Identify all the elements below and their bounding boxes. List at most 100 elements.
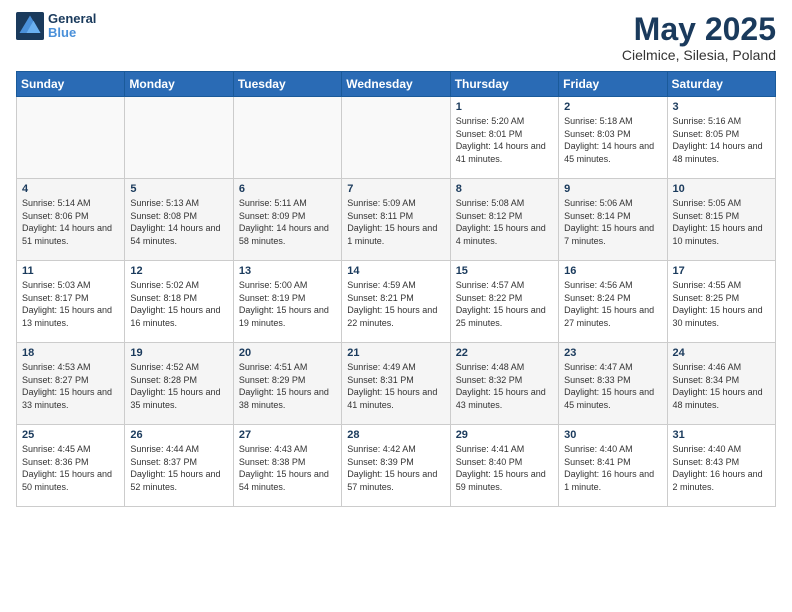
- header-wednesday: Wednesday: [342, 72, 450, 97]
- table-row: 31 Sunrise: 4:40 AM Sunset: 8:43 PM Dayl…: [667, 425, 775, 507]
- table-row: 4 Sunrise: 5:14 AM Sunset: 8:06 PM Dayli…: [17, 179, 125, 261]
- table-row: 3 Sunrise: 5:16 AM Sunset: 8:05 PM Dayli…: [667, 97, 775, 179]
- sunrise: Sunrise: 4:49 AM: [347, 361, 444, 374]
- weekday-header-row: Sunday Monday Tuesday Wednesday Thursday…: [17, 72, 776, 97]
- day-number: 28: [347, 429, 444, 441]
- sunset: Sunset: 8:27 PM: [22, 374, 119, 387]
- sunset: Sunset: 8:01 PM: [456, 128, 553, 141]
- daylight: Daylight: 15 hours and 38 minutes.: [239, 386, 336, 411]
- daylight: Daylight: 15 hours and 35 minutes.: [130, 386, 227, 411]
- sunset: Sunset: 8:08 PM: [130, 210, 227, 223]
- table-row: 26 Sunrise: 4:44 AM Sunset: 8:37 PM Dayl…: [125, 425, 233, 507]
- day-number: 8: [456, 183, 553, 195]
- sunrise: Sunrise: 4:43 AM: [239, 443, 336, 456]
- daylight: Daylight: 15 hours and 10 minutes.: [673, 222, 770, 247]
- daylight: Daylight: 16 hours and 2 minutes.: [673, 468, 770, 493]
- day-number: 15: [456, 265, 553, 277]
- daylight: Daylight: 14 hours and 45 minutes.: [564, 140, 661, 165]
- daylight: Daylight: 16 hours and 1 minute.: [564, 468, 661, 493]
- header-friday: Friday: [559, 72, 667, 97]
- sunrise: Sunrise: 5:00 AM: [239, 279, 336, 292]
- table-row: 6 Sunrise: 5:11 AM Sunset: 8:09 PM Dayli…: [233, 179, 341, 261]
- header-thursday: Thursday: [450, 72, 558, 97]
- day-number: 20: [239, 347, 336, 359]
- sunset: Sunset: 8:11 PM: [347, 210, 444, 223]
- day-info: Sunrise: 4:56 AM Sunset: 8:24 PM Dayligh…: [564, 279, 661, 329]
- header-monday: Monday: [125, 72, 233, 97]
- day-number: 11: [22, 265, 119, 277]
- day-info: Sunrise: 5:18 AM Sunset: 8:03 PM Dayligh…: [564, 115, 661, 165]
- day-number: 27: [239, 429, 336, 441]
- table-row: 12 Sunrise: 5:02 AM Sunset: 8:18 PM Dayl…: [125, 261, 233, 343]
- calendar-table: Sunday Monday Tuesday Wednesday Thursday…: [16, 71, 776, 507]
- sunrise: Sunrise: 4:51 AM: [239, 361, 336, 374]
- day-number: 12: [130, 265, 227, 277]
- day-number: 19: [130, 347, 227, 359]
- day-info: Sunrise: 5:02 AM Sunset: 8:18 PM Dayligh…: [130, 279, 227, 329]
- day-number: 24: [673, 347, 770, 359]
- day-info: Sunrise: 5:13 AM Sunset: 8:08 PM Dayligh…: [130, 197, 227, 247]
- sunset: Sunset: 8:15 PM: [673, 210, 770, 223]
- sunrise: Sunrise: 4:52 AM: [130, 361, 227, 374]
- daylight: Daylight: 15 hours and 54 minutes.: [239, 468, 336, 493]
- table-row: [342, 97, 450, 179]
- calendar-week-row: 18 Sunrise: 4:53 AM Sunset: 8:27 PM Dayl…: [17, 343, 776, 425]
- table-row: [17, 97, 125, 179]
- day-info: Sunrise: 4:45 AM Sunset: 8:36 PM Dayligh…: [22, 443, 119, 493]
- sunrise: Sunrise: 5:11 AM: [239, 197, 336, 210]
- day-info: Sunrise: 4:55 AM Sunset: 8:25 PM Dayligh…: [673, 279, 770, 329]
- table-row: 5 Sunrise: 5:13 AM Sunset: 8:08 PM Dayli…: [125, 179, 233, 261]
- daylight: Daylight: 15 hours and 1 minute.: [347, 222, 444, 247]
- sunrise: Sunrise: 5:14 AM: [22, 197, 119, 210]
- sunrise: Sunrise: 5:06 AM: [564, 197, 661, 210]
- day-number: 21: [347, 347, 444, 359]
- table-row: 11 Sunrise: 5:03 AM Sunset: 8:17 PM Dayl…: [17, 261, 125, 343]
- day-info: Sunrise: 5:09 AM Sunset: 8:11 PM Dayligh…: [347, 197, 444, 247]
- daylight: Daylight: 15 hours and 57 minutes.: [347, 468, 444, 493]
- daylight: Daylight: 14 hours and 41 minutes.: [456, 140, 553, 165]
- sunset: Sunset: 8:41 PM: [564, 456, 661, 469]
- daylight: Daylight: 15 hours and 59 minutes.: [456, 468, 553, 493]
- sunset: Sunset: 8:18 PM: [130, 292, 227, 305]
- title-block: May 2025 Cielmice, Silesia, Poland: [622, 12, 776, 63]
- daylight: Daylight: 15 hours and 52 minutes.: [130, 468, 227, 493]
- table-row: [125, 97, 233, 179]
- sunrise: Sunrise: 4:42 AM: [347, 443, 444, 456]
- day-info: Sunrise: 4:40 AM Sunset: 8:41 PM Dayligh…: [564, 443, 661, 493]
- daylight: Daylight: 15 hours and 41 minutes.: [347, 386, 444, 411]
- table-row: 27 Sunrise: 4:43 AM Sunset: 8:38 PM Dayl…: [233, 425, 341, 507]
- day-info: Sunrise: 5:06 AM Sunset: 8:14 PM Dayligh…: [564, 197, 661, 247]
- day-number: 13: [239, 265, 336, 277]
- daylight: Daylight: 15 hours and 16 minutes.: [130, 304, 227, 329]
- day-info: Sunrise: 5:00 AM Sunset: 8:19 PM Dayligh…: [239, 279, 336, 329]
- table-row: 13 Sunrise: 5:00 AM Sunset: 8:19 PM Dayl…: [233, 261, 341, 343]
- sunrise: Sunrise: 4:41 AM: [456, 443, 553, 456]
- sunset: Sunset: 8:06 PM: [22, 210, 119, 223]
- sunrise: Sunrise: 5:18 AM: [564, 115, 661, 128]
- day-info: Sunrise: 5:14 AM Sunset: 8:06 PM Dayligh…: [22, 197, 119, 247]
- daylight: Daylight: 15 hours and 27 minutes.: [564, 304, 661, 329]
- month-title: May 2025: [622, 12, 776, 47]
- sunset: Sunset: 8:36 PM: [22, 456, 119, 469]
- sunrise: Sunrise: 4:44 AM: [130, 443, 227, 456]
- day-info: Sunrise: 5:08 AM Sunset: 8:12 PM Dayligh…: [456, 197, 553, 247]
- sunset: Sunset: 8:33 PM: [564, 374, 661, 387]
- table-row: 28 Sunrise: 4:42 AM Sunset: 8:39 PM Dayl…: [342, 425, 450, 507]
- day-number: 31: [673, 429, 770, 441]
- table-row: 19 Sunrise: 4:52 AM Sunset: 8:28 PM Dayl…: [125, 343, 233, 425]
- day-number: 6: [239, 183, 336, 195]
- day-info: Sunrise: 4:43 AM Sunset: 8:38 PM Dayligh…: [239, 443, 336, 493]
- calendar-week-row: 4 Sunrise: 5:14 AM Sunset: 8:06 PM Dayli…: [17, 179, 776, 261]
- location: Cielmice, Silesia, Poland: [622, 47, 776, 63]
- sunset: Sunset: 8:43 PM: [673, 456, 770, 469]
- day-info: Sunrise: 5:11 AM Sunset: 8:09 PM Dayligh…: [239, 197, 336, 247]
- logo-text: General Blue: [48, 12, 96, 41]
- table-row: 24 Sunrise: 4:46 AM Sunset: 8:34 PM Dayl…: [667, 343, 775, 425]
- day-number: 26: [130, 429, 227, 441]
- sunrise: Sunrise: 4:40 AM: [673, 443, 770, 456]
- day-info: Sunrise: 4:47 AM Sunset: 8:33 PM Dayligh…: [564, 361, 661, 411]
- day-info: Sunrise: 4:59 AM Sunset: 8:21 PM Dayligh…: [347, 279, 444, 329]
- sunset: Sunset: 8:32 PM: [456, 374, 553, 387]
- calendar-week-row: 11 Sunrise: 5:03 AM Sunset: 8:17 PM Dayl…: [17, 261, 776, 343]
- table-row: 2 Sunrise: 5:18 AM Sunset: 8:03 PM Dayli…: [559, 97, 667, 179]
